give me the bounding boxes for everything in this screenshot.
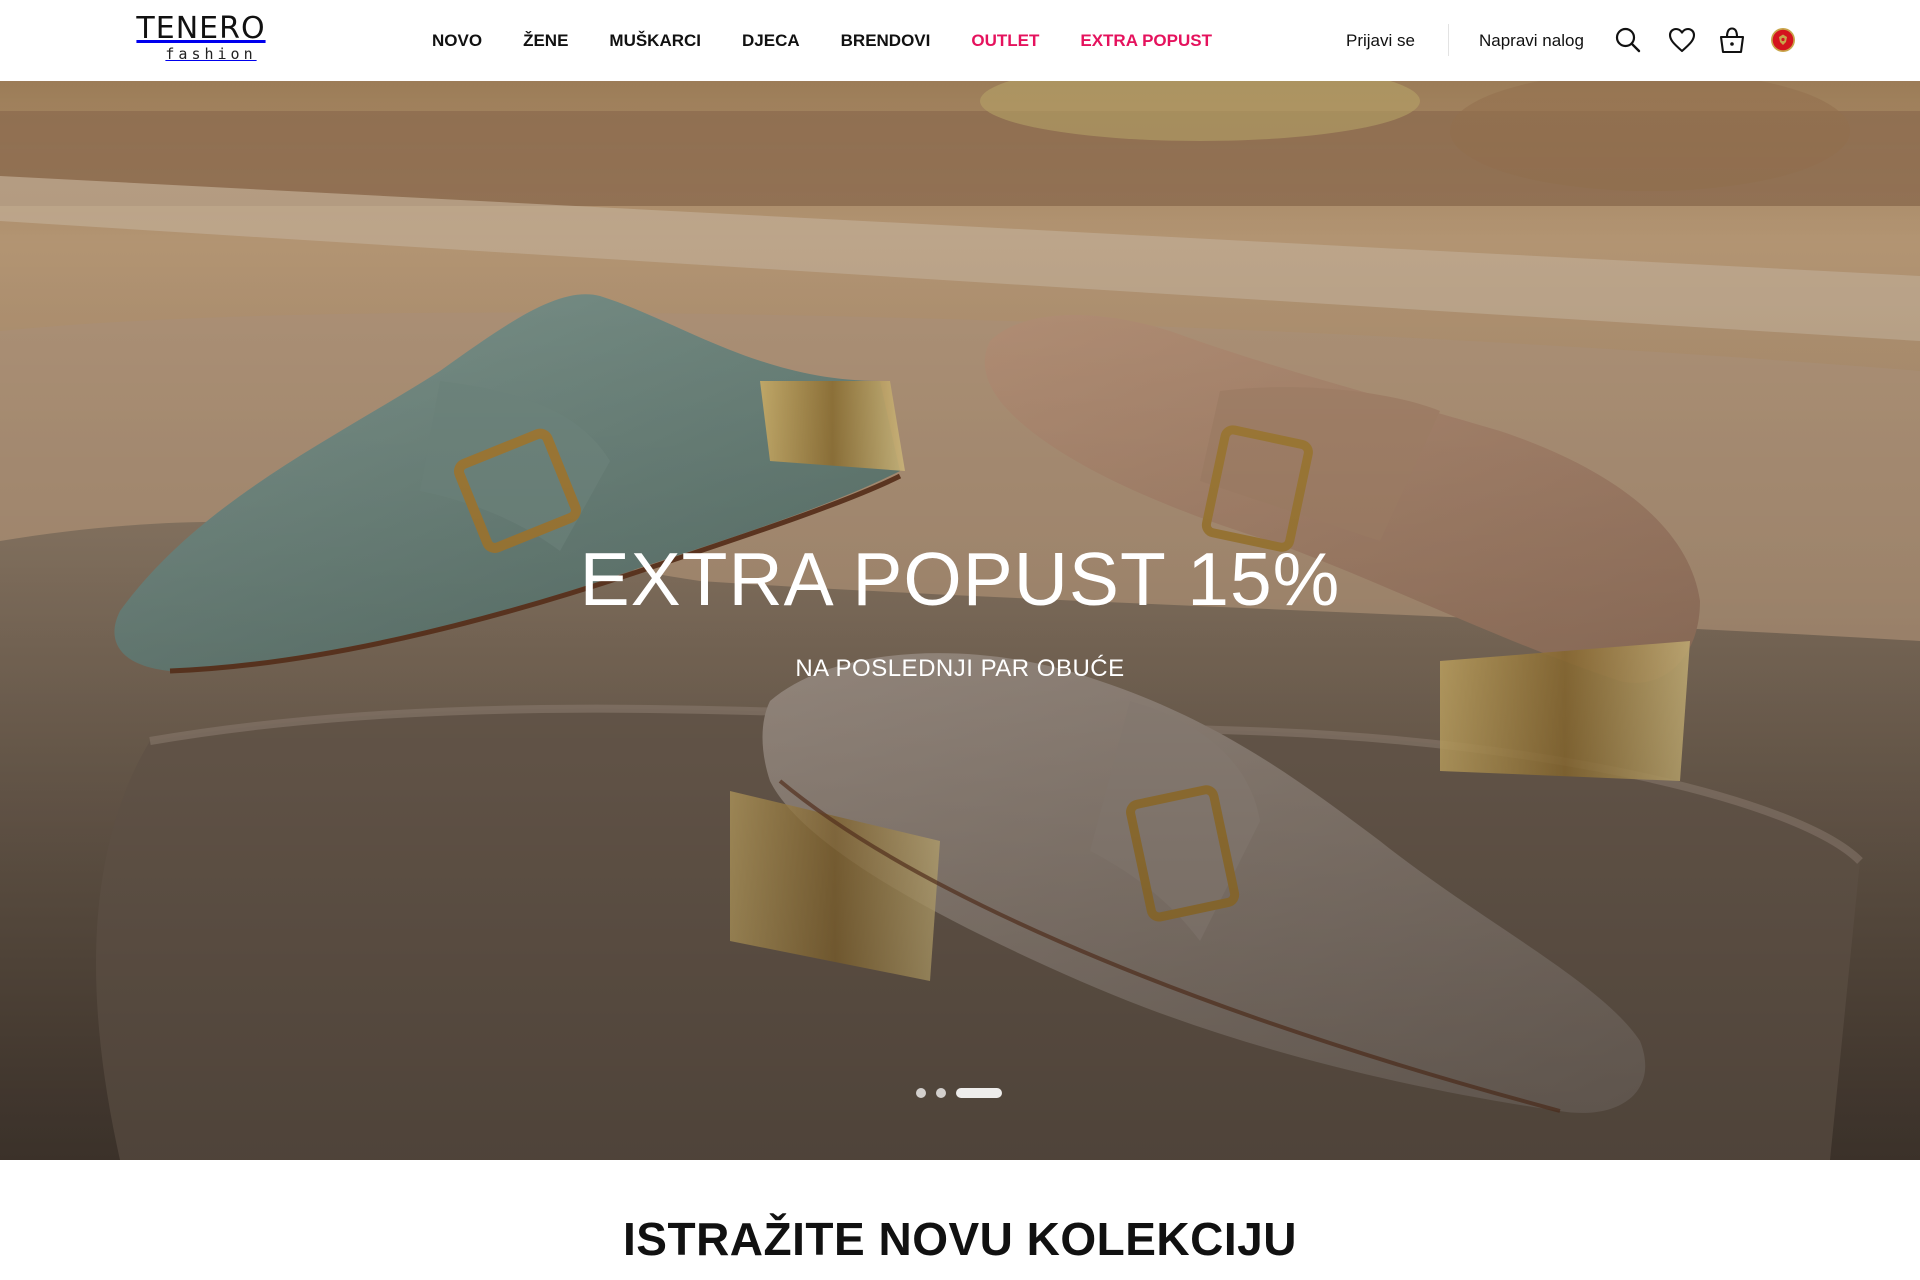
nav-item-novo[interactable]: NOVO <box>432 31 482 51</box>
carousel-pagination <box>916 1088 1002 1098</box>
montenegro-flag-icon <box>1771 28 1795 52</box>
nav-item-extra-popust[interactable]: EXTRA POPUST <box>1080 31 1212 51</box>
nav-item-brendovi[interactable]: BRENDOVI <box>841 31 931 51</box>
language-selector[interactable] <box>1768 25 1798 55</box>
hero-title: EXTRA POPUST 15% <box>579 537 1341 621</box>
brand-tagline: fashion <box>165 45 257 63</box>
nav-item-djeca[interactable]: DJECA <box>742 31 800 51</box>
carousel-dot-2[interactable] <box>936 1088 946 1098</box>
shopping-bag-icon <box>1719 27 1745 54</box>
nav-item-outlet[interactable]: OUTLET <box>971 31 1039 51</box>
search-icon <box>1615 27 1641 53</box>
nav-item-zene[interactable]: ŽENE <box>523 31 568 51</box>
search-button[interactable] <box>1613 25 1643 55</box>
brand-logo[interactable]: TENERO fashion <box>121 11 281 63</box>
register-link[interactable]: Napravi nalog <box>1479 31 1584 51</box>
header-divider <box>1448 24 1449 56</box>
site-header: TENERO fashion NOVO ŽENE MUŠKARCI DJECA … <box>0 0 1920 81</box>
wishlist-button[interactable] <box>1667 25 1697 55</box>
carousel-dot-3[interactable] <box>956 1088 1002 1098</box>
login-link[interactable]: Prijavi se <box>1346 31 1415 51</box>
cart-button[interactable] <box>1717 25 1747 55</box>
hero-subtitle: NA POSLEDNJI PAR OBUĆE <box>795 655 1125 682</box>
carousel-dot-1[interactable] <box>916 1088 926 1098</box>
hero-banner[interactable]: EXTRA POPUST 15% NA POSLEDNJI PAR OBUĆE <box>0 81 1920 1160</box>
login-link-wrap: Prijavi se <box>1346 0 1415 81</box>
nav-item-muskarci[interactable]: MUŠKARCI <box>609 31 701 51</box>
brand-name: TENERO <box>136 11 266 46</box>
register-link-wrap: Napravi nalog <box>1479 0 1584 81</box>
section-title: ISTRAŽITE NOVU KOLEKCIJU <box>623 1213 1297 1265</box>
main-nav: NOVO ŽENE MUŠKARCI DJECA BRENDOVI OUTLET… <box>432 0 1212 81</box>
heart-icon <box>1668 27 1696 53</box>
